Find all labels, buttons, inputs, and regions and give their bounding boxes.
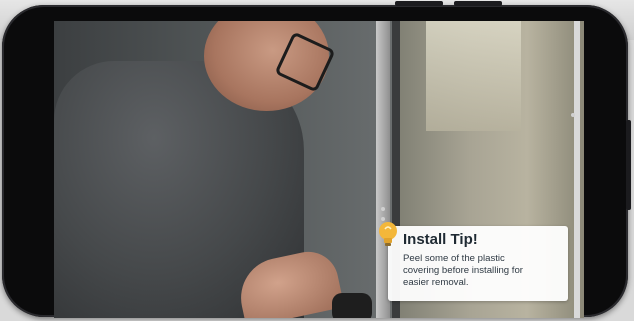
video-screen[interactable]: Install Tip! Peel some of the plastic co… <box>54 21 584 318</box>
tip-title: Install Tip! <box>403 231 478 248</box>
hinge-dot <box>571 113 575 117</box>
door-frame-right <box>574 21 580 318</box>
installer-glove <box>332 293 372 318</box>
tip-body: Peel some of the plastic covering before… <box>403 253 563 290</box>
phone-side-button <box>454 1 502 6</box>
lightbulb-icon <box>379 222 397 246</box>
door-highlight <box>426 21 521 131</box>
phone-frame: Install Tip! Peel some of the plastic co… <box>2 1 631 318</box>
tip-body-line: easier removal. <box>403 277 469 289</box>
phone-side-button <box>395 1 443 6</box>
phone-power-button <box>626 120 631 210</box>
tip-body-line: covering before installing for <box>403 265 523 277</box>
tip-body-line: Peel some of the plastic <box>403 253 505 264</box>
hinge-dot <box>381 207 385 211</box>
